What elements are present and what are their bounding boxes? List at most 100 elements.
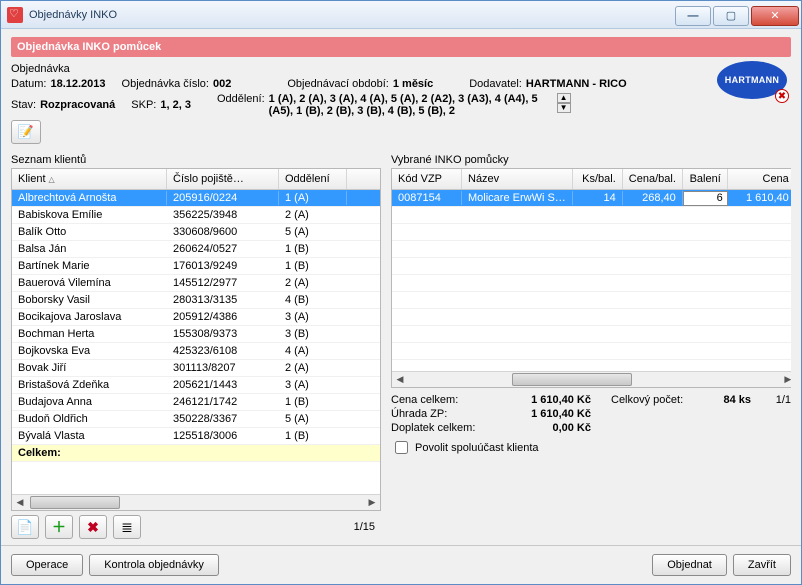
col-klient[interactable]: Klient△ — [12, 169, 167, 189]
add-button[interactable]: ＋ — [45, 515, 73, 539]
clients-actions: 📄 ＋ ✖ ≣ 1/15 — [11, 515, 381, 539]
items-grid-header: Kód VZP Název Ks/bal. Cena/bal. Balení C… — [392, 169, 791, 190]
table-row[interactable]: Bocikajova Jaroslava205912/43863 (A) — [12, 309, 380, 326]
oddeleni-spin-down[interactable]: ▼ — [557, 103, 571, 113]
summary: Cena celkem: 1 610,40 Kč Celkový počet: … — [391, 394, 791, 434]
scroll-right-icon[interactable]: ▶ — [780, 372, 791, 387]
operace-button[interactable]: Operace — [11, 554, 83, 576]
kontrola-button[interactable]: Kontrola objednávky — [89, 554, 219, 576]
clients-grid: Klient△ Číslo pojiště… Oddělení Albrecht… — [11, 168, 381, 511]
maximize-button[interactable] — [713, 6, 749, 26]
items-hscroll[interactable]: ◀ ▶ — [392, 371, 791, 387]
datum-label: Datum: — [11, 78, 46, 90]
items-title: Vybrané INKO pomůcky — [391, 154, 791, 166]
table-row-empty — [392, 292, 791, 309]
oddeleni-spinner: ▲ ▼ — [557, 93, 571, 113]
scroll-left-icon[interactable]: ◀ — [392, 372, 408, 387]
scroll-thumb[interactable] — [30, 496, 120, 509]
col-oddeleni[interactable]: Oddělení — [279, 169, 347, 189]
scroll-right-icon[interactable]: ▶ — [364, 495, 380, 510]
items-panel: Vybrané INKO pomůcky Kód VZP Název Ks/ba… — [391, 150, 791, 539]
clients-page: 1/15 — [354, 521, 375, 533]
skp-label: SKP: — [131, 99, 156, 111]
items-page: 1/1 — [751, 394, 791, 406]
table-row[interactable]: 0087154Molicare ErwWi S…14268,4061 610,4… — [392, 190, 791, 207]
oddeleni-block: Oddělení: 1 (A), 2 (A), 3 (A), 4 (A), 5 … — [217, 93, 571, 117]
skp-value: 1, 2, 3 — [160, 99, 191, 111]
delete-button[interactable]: ✖ — [79, 515, 107, 539]
col-cena[interactable]: Cena — [728, 169, 791, 189]
col-kod[interactable]: Kód VZP — [392, 169, 462, 189]
supplier-logo-text: HARTMANN — [725, 75, 779, 85]
table-row[interactable]: Bývalá Vlasta125518/30061 (B) — [12, 428, 380, 445]
edit-order-button[interactable]: 📝 — [11, 120, 41, 144]
pocet-value: 84 ks — [691, 394, 751, 406]
uhrada-value: 1 610,40 Kč — [501, 408, 591, 420]
uhrada-label: Úhrada ZP: — [391, 408, 501, 420]
list-button[interactable]: ≣ — [113, 515, 141, 539]
oddeleni-value: 1 (A), 2 (A), 3 (A), 4 (A), 5 (A), 2 (A2… — [269, 93, 549, 117]
col-nazev[interactable]: Název — [462, 169, 573, 189]
table-row[interactable]: Bojkovska Eva425323/61084 (A) — [12, 343, 380, 360]
items-grid: Kód VZP Název Ks/bal. Cena/bal. Balení C… — [391, 168, 791, 388]
supplier-logo-remove-icon[interactable]: ✖ — [775, 89, 789, 103]
col-ksbal[interactable]: Ks/bal. — [573, 169, 623, 189]
table-row[interactable]: Babiskova Emílie356225/39482 (A) — [12, 207, 380, 224]
close-button[interactable] — [751, 6, 799, 26]
povolit-label: Povolit spoluúčast klienta — [415, 442, 539, 454]
zavrit-button[interactable]: Zavřít — [733, 554, 791, 576]
clients-title: Seznam klientů — [11, 154, 381, 166]
table-row[interactable]: Bartínek Marie176013/92491 (B) — [12, 258, 380, 275]
table-row[interactable]: Balsa Ján260624/05271 (B) — [12, 241, 380, 258]
table-row-empty — [392, 241, 791, 258]
col-pojistne[interactable]: Číslo pojiště… — [167, 169, 279, 189]
window-title: Objednávky INKO — [29, 9, 675, 21]
cena-celkem-value: 1 610,40 Kč — [501, 394, 591, 406]
table-row[interactable]: Bristašová Zdeňka205621/14433 (A) — [12, 377, 380, 394]
titlebar: Objednávky INKO — [1, 1, 801, 29]
obdobi-label: Objednávací období: — [287, 78, 389, 90]
col-baleni[interactable]: Balení — [683, 169, 728, 189]
table-row[interactable]: Balík Otto330608/96005 (A) — [12, 224, 380, 241]
table-row-empty — [392, 224, 791, 241]
table-row[interactable]: Bauerová Vilemína145512/29772 (A) — [12, 275, 380, 292]
povolit-checkbox-label[interactable]: Povolit spoluúčast klienta — [391, 438, 791, 457]
app-icon — [7, 7, 23, 23]
scroll-left-icon[interactable]: ◀ — [12, 495, 28, 510]
clients-total-row: Celkem: — [12, 445, 380, 462]
table-row-empty — [392, 207, 791, 224]
table-row-empty — [392, 275, 791, 292]
table-row[interactable]: Albrechtová Arnošta205916/02241 (A) — [12, 190, 380, 207]
clients-grid-body: Albrechtová Arnošta205916/02241 (A)Babis… — [12, 190, 380, 494]
table-row-empty — [392, 309, 791, 326]
objednat-button[interactable]: Objednat — [652, 554, 727, 576]
stav-label: Stav: — [11, 99, 36, 111]
col-cenabal[interactable]: Cena/bal. — [623, 169, 683, 189]
table-row[interactable]: Boborsky Vasil280313/31354 (B) — [12, 292, 380, 309]
cislo-label: Objednávka číslo: — [122, 78, 209, 90]
note-button[interactable]: 📄 — [11, 515, 39, 539]
window: Objednávky INKO Objednávka INKO pomůcek … — [0, 0, 802, 585]
order-meta: Objednávka Datum: 18.12.2013 Objednávka … — [11, 61, 791, 150]
clients-panel: Seznam klientů Klient△ Číslo pojiště… Od… — [11, 150, 381, 539]
section-objednavka: Objednávka — [11, 63, 70, 75]
middle: Seznam klientů Klient△ Číslo pojiště… Od… — [11, 150, 791, 539]
footer: Operace Kontrola objednávky Objednat Zav… — [1, 545, 801, 584]
minimize-button[interactable] — [675, 6, 711, 26]
sort-asc-icon: △ — [49, 175, 55, 184]
cislo-value: 002 — [213, 78, 231, 90]
table-row[interactable]: Bovak Jiří301113/82072 (A) — [12, 360, 380, 377]
datum-value: 18.12.2013 — [50, 78, 105, 90]
table-row[interactable]: Budoň Oldřich350228/33675 (A) — [12, 411, 380, 428]
supplier-logo: HARTMANN ✖ — [717, 61, 787, 101]
clients-grid-header: Klient△ Číslo pojiště… Oddělení — [12, 169, 380, 190]
scroll-thumb[interactable] — [512, 373, 632, 386]
table-row[interactable]: Bochman Herta155308/93733 (B) — [12, 326, 380, 343]
dodavatel-label: Dodavatel: — [469, 78, 522, 90]
clients-hscroll[interactable]: ◀ ▶ — [12, 494, 380, 510]
povolit-checkbox[interactable] — [395, 441, 408, 454]
oddeleni-spin-up[interactable]: ▲ — [557, 93, 571, 103]
table-row[interactable]: Budajova Anna246121/17421 (B) — [12, 394, 380, 411]
content: Objednávka INKO pomůcek Objednávka Datum… — [1, 29, 801, 545]
obdobi-value: 1 měsíc — [393, 78, 433, 90]
